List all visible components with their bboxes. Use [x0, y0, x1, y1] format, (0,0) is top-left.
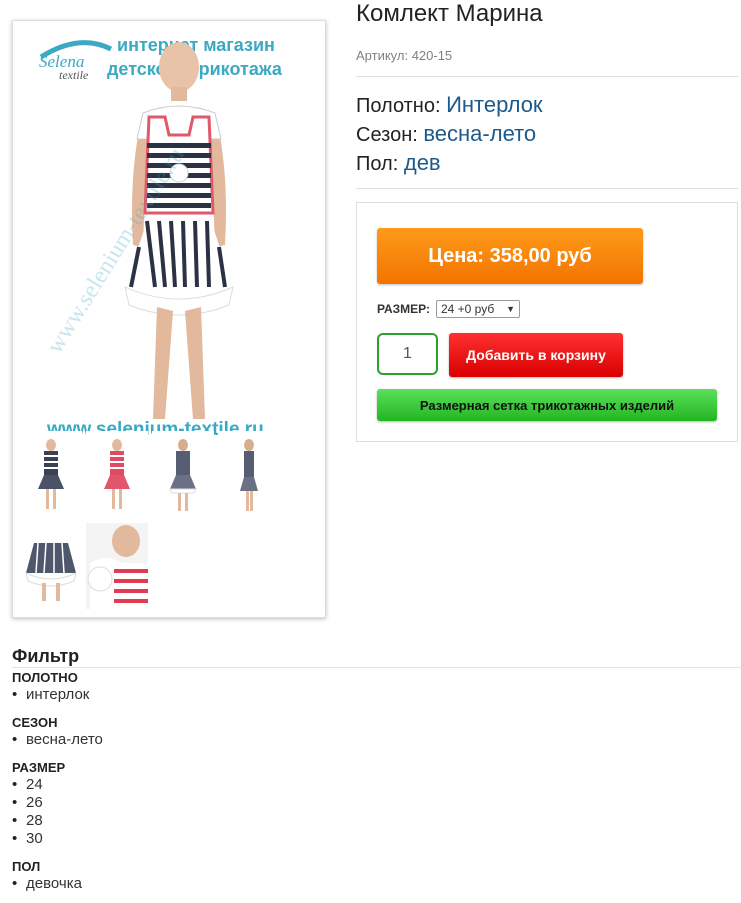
product-sku: Артикул: 420-15	[356, 48, 453, 63]
property-gender: Пол: дев	[356, 149, 543, 178]
filter-group-fabric: ПОЛОТНО интерлок	[12, 669, 741, 704]
mannequin-neck	[171, 87, 187, 101]
property-label: Полотно:	[356, 95, 441, 117]
filter-options: интерлок	[12, 686, 741, 704]
main-product-photo[interactable]: Selena textile интернет магазин детского…	[19, 25, 321, 443]
filter-options: 24 26 28 30	[12, 776, 741, 848]
size-chart-button[interactable]: Размерная сетка трикотажных изделий	[377, 389, 717, 421]
filter-panel: Фильтр ПОЛОТНО интерлок СЕЗОН весна-лето…	[12, 645, 741, 903]
filter-option[interactable]: 30	[12, 830, 741, 848]
filter-group-title: СЕЗОН	[12, 715, 58, 730]
thumbnail-image	[25, 542, 77, 601]
mannequin-left-leg	[153, 307, 173, 419]
filter-option[interactable]: 28	[12, 812, 741, 830]
price-display: Цена: 358,00 руб	[377, 228, 643, 284]
size-row: РАЗМЕР: 24 +0 руб ▼	[377, 300, 520, 318]
filter-option[interactable]: интерлок	[12, 686, 741, 704]
filter-options: девочка	[12, 875, 741, 893]
filter-option[interactable]: 26	[12, 794, 741, 812]
banner-line-1: интернет магазин	[117, 35, 275, 55]
thumbnail-5[interactable]	[20, 523, 82, 609]
filter-title: Фильтр	[12, 645, 741, 668]
size-label: РАЗМЕР:	[377, 302, 430, 316]
size-select-value: 24 +0 руб	[440, 302, 495, 316]
thumbnail-1[interactable]	[20, 431, 82, 517]
mannequin-head	[159, 42, 199, 92]
divider	[356, 188, 738, 189]
product-properties: Полотно: Интерлок Сезон: весна-лето Пол:…	[356, 91, 543, 178]
thumbnail-image	[240, 439, 258, 511]
chevron-down-icon: ▼	[506, 304, 515, 314]
thumbnail-2[interactable]	[86, 431, 148, 517]
filter-group-title: РАЗМЕР	[12, 760, 66, 775]
filter-group-size: РАЗМЕР 24 26 28 30	[12, 759, 741, 848]
add-to-cart-button[interactable]: Добавить в корзину	[449, 333, 623, 377]
mannequin-right-leg	[185, 307, 205, 419]
thumbnail-image	[104, 439, 130, 509]
filter-group-season: СЕЗОН весна-лето	[12, 714, 741, 749]
filter-option[interactable]: 24	[12, 776, 741, 794]
property-season: Сезон: весна-лето	[356, 120, 543, 149]
filter-group-title: ПОЛ	[12, 859, 41, 874]
size-select[interactable]: 24 +0 руб ▼	[435, 300, 520, 318]
thumbnail-3[interactable]	[152, 431, 214, 517]
product-gallery: Selena textile интернет магазин детского…	[12, 20, 326, 618]
property-value-link[interactable]: весна-лето	[423, 121, 536, 146]
buy-box: Цена: 358,00 руб РАЗМЕР: 24 +0 руб ▼ 1 Д…	[356, 202, 738, 442]
thumbnail-image	[169, 439, 197, 511]
property-value-link[interactable]: Интерлок	[446, 92, 542, 117]
divider	[356, 76, 738, 77]
property-label: Пол:	[356, 153, 399, 175]
property-fabric: Полотно: Интерлок	[356, 91, 543, 120]
thumbnail-image	[86, 523, 148, 609]
filter-option[interactable]: весна-лето	[12, 731, 741, 749]
property-value-link[interactable]: дев	[404, 150, 441, 175]
thumbnail-6[interactable]	[86, 523, 148, 609]
product-title: Комлект Марина	[356, 0, 543, 27]
filter-group-gender: ПОЛ девочка	[12, 858, 741, 893]
filter-option[interactable]: девочка	[12, 875, 741, 893]
filter-options: весна-лето	[12, 731, 741, 749]
property-label: Сезон:	[356, 124, 418, 146]
thumbnail-4[interactable]	[218, 431, 280, 517]
filter-group-title: ПОЛОТНО	[12, 670, 78, 685]
logo-brand-subtext: textile	[59, 68, 89, 82]
girl-in-striped-outfit-photo: Selena textile интернет магазин детского…	[39, 35, 283, 440]
thumbnail-image	[38, 439, 64, 509]
quantity-input[interactable]: 1	[377, 333, 438, 375]
